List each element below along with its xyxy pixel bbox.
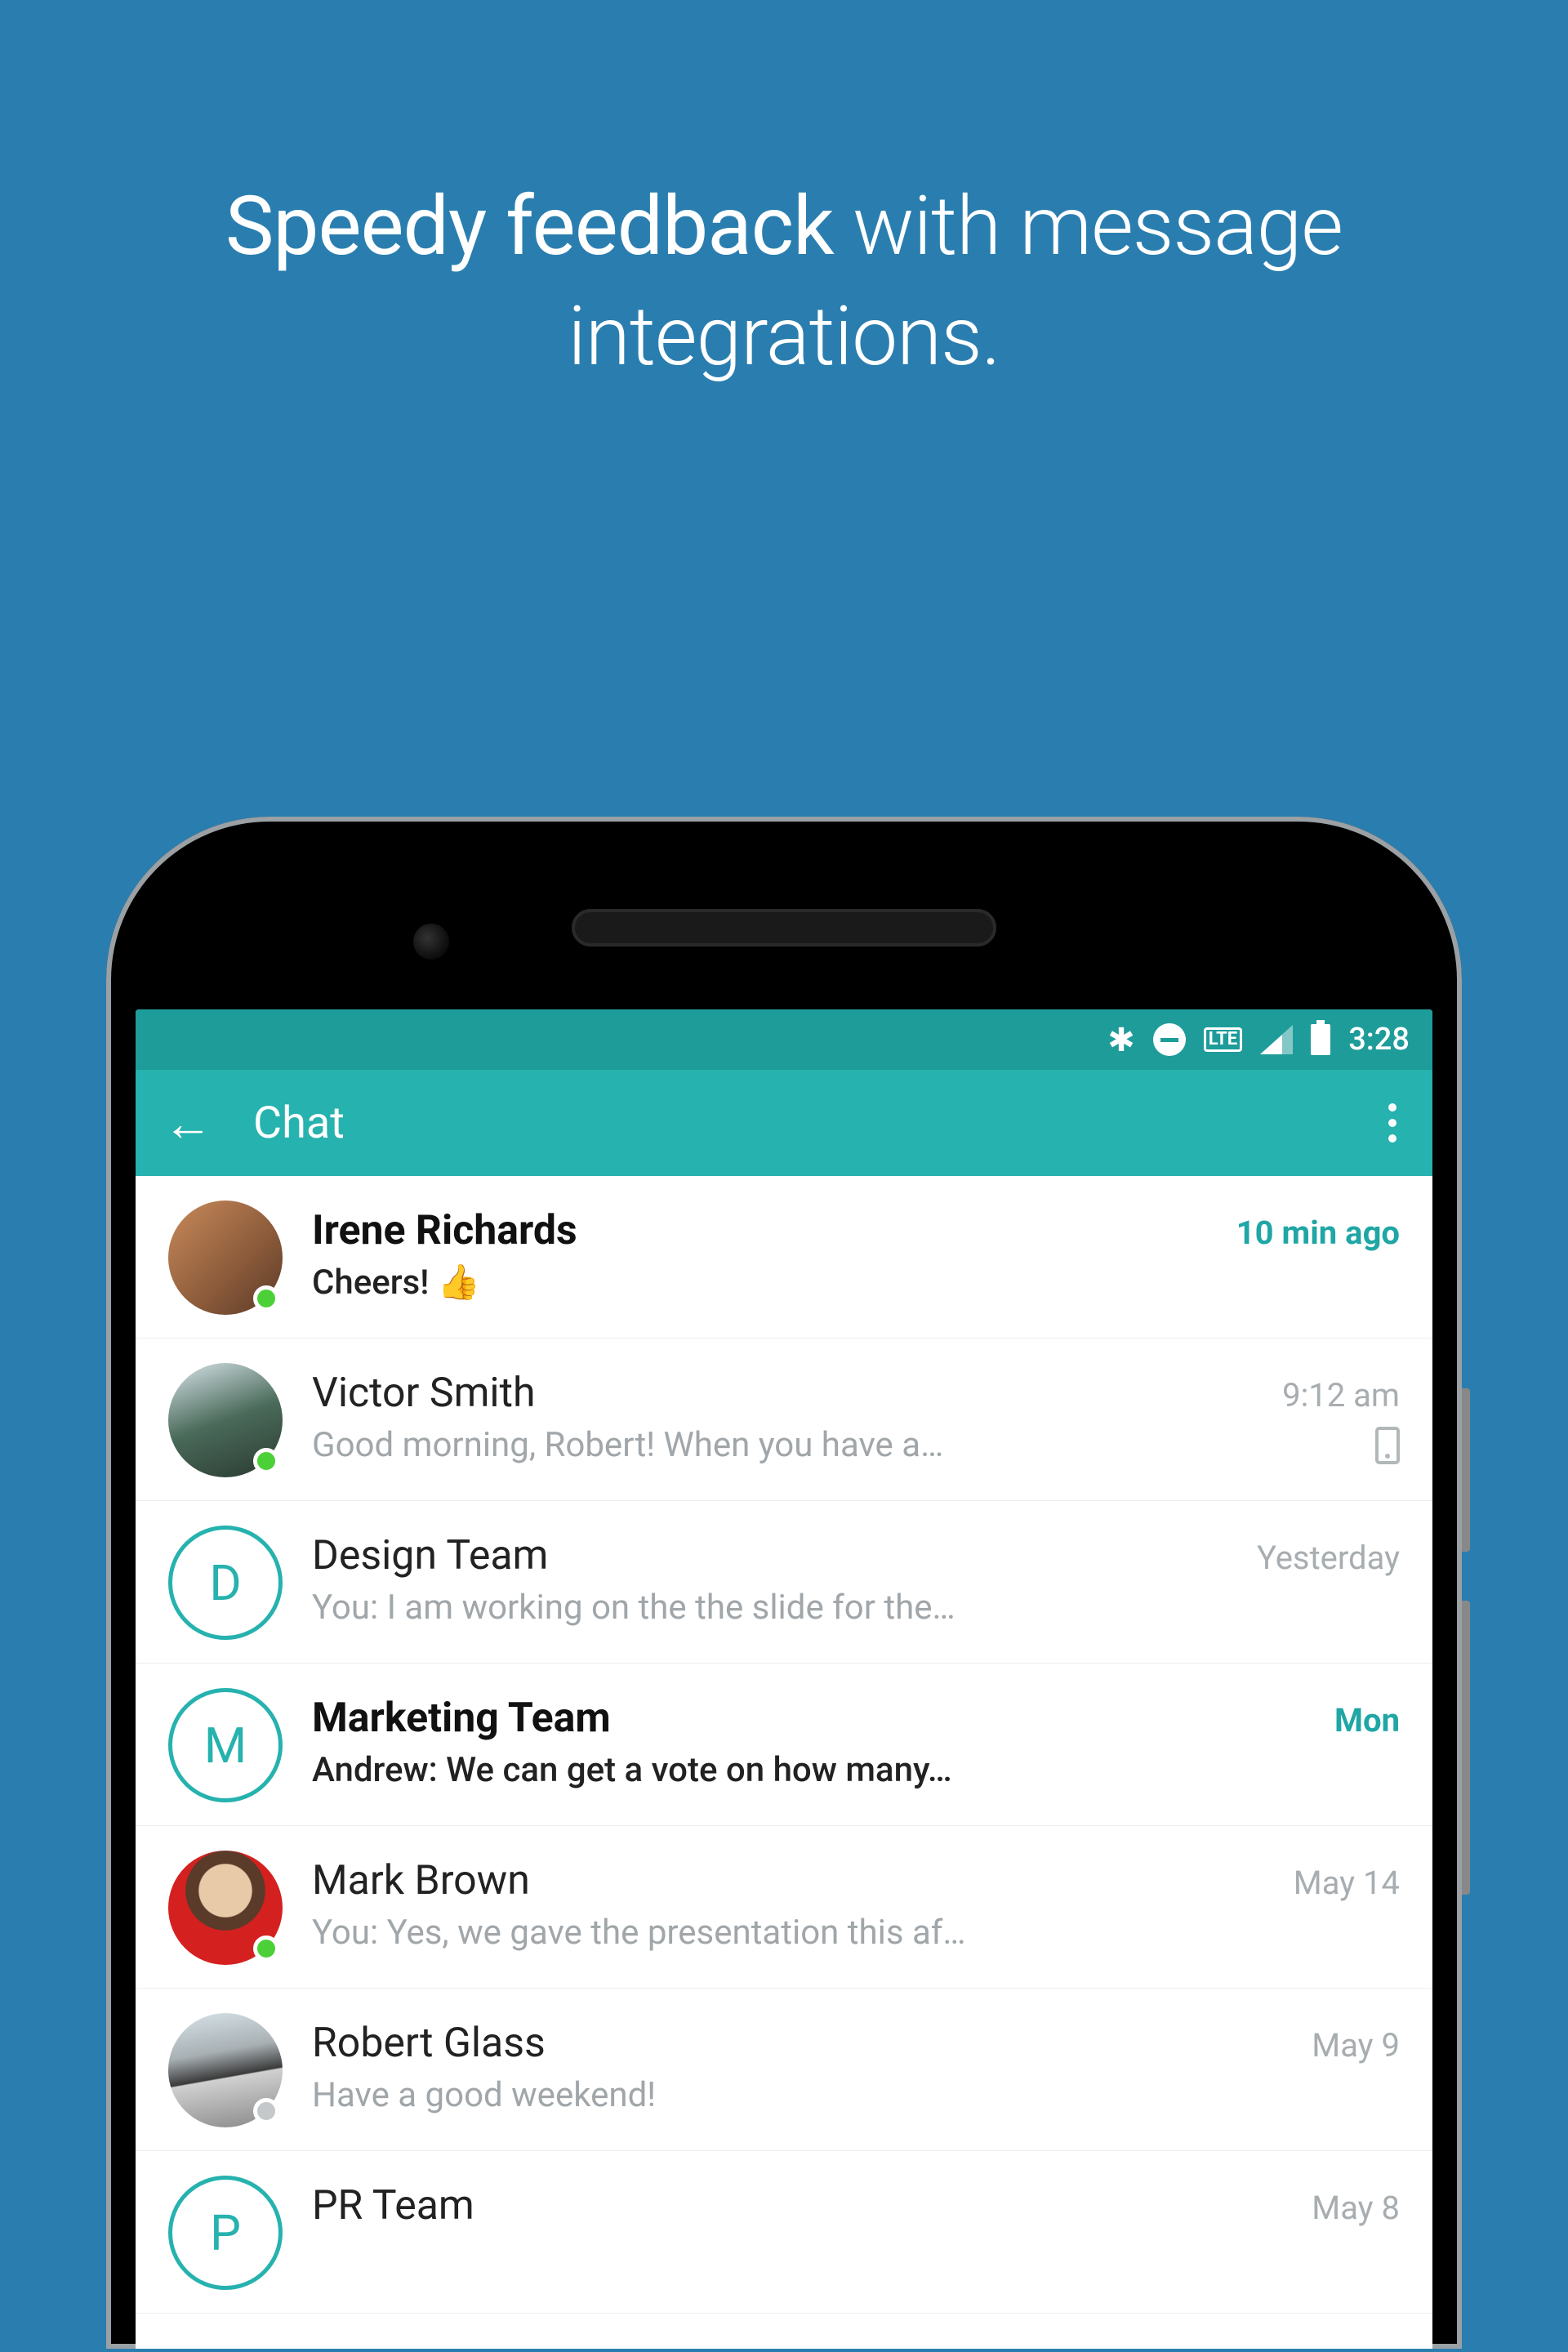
chat-row[interactable]: Mark Brown May 14 You: Yes, we gave the pr… xyxy=(136,1826,1432,1989)
avatar[interactable]: P xyxy=(168,2176,283,2290)
chat-row[interactable]: Irene Richards 10 min ago Cheers! 👍 xyxy=(136,1176,1432,1339)
chat-name: Irene Richards xyxy=(312,1207,577,1254)
chat-preview: Good morning, Robert! When you have a… xyxy=(312,1425,1359,1465)
battery-icon xyxy=(1311,1024,1330,1055)
chat-timestamp: 10 min ago xyxy=(1236,1214,1400,1252)
overflow-menu-icon[interactable] xyxy=(1372,1087,1413,1159)
status-time: 3:28 xyxy=(1348,1022,1410,1058)
presence-indicator xyxy=(253,2098,279,2124)
chat-list: Irene Richards 10 min ago Cheers! 👍 Victor … xyxy=(136,1176,1432,2314)
chat-name: PR Team xyxy=(312,2182,474,2230)
chat-row[interactable]: D Design Team Yesterday You: I am working o… xyxy=(136,1501,1432,1664)
chat-row[interactable]: Victor Smith 9:12 am Good morning, Robert!… xyxy=(136,1339,1432,1501)
chat-preview: Andrew: We can get a vote on how many… xyxy=(312,1750,1400,1790)
avatar[interactable]: D xyxy=(168,1526,283,1640)
bluetooth-icon: ✱ xyxy=(1107,1021,1135,1059)
chat-content: Victor Smith 9:12 am Good morning, Robert!… xyxy=(312,1363,1400,1465)
chat-name: Design Team xyxy=(312,1532,548,1579)
phone-mockup: ✱ LTE 3:28 ← Chat Irene Richards 10 min a… xyxy=(106,817,1462,2349)
chat-name: Marketing Team xyxy=(312,1695,611,1742)
phone-speaker xyxy=(572,909,996,947)
app-bar-title: Chat xyxy=(253,1098,1372,1149)
chat-preview: You: I am working on the the slide for t… xyxy=(312,1588,1400,1628)
chat-name: Robert Glass xyxy=(312,2020,546,2067)
headline-bold: Speedy feedback xyxy=(225,179,834,274)
chat-content: PR Team May 8 xyxy=(312,2176,1400,2238)
phone-side-button xyxy=(1462,1388,1470,1552)
presence-indicator xyxy=(253,1936,279,1962)
presence-indicator xyxy=(253,1285,279,1312)
marketing-headline: Speedy feedback with message integration… xyxy=(0,0,1568,392)
chat-row[interactable]: M Marketing Team Mon Andrew: We can get a v… xyxy=(136,1664,1432,1826)
avatar-initial: M xyxy=(168,1688,283,1802)
chat-preview: Have a good weekend! xyxy=(312,2075,1400,2115)
chat-timestamp: May 9 xyxy=(1312,2026,1400,2065)
chat-preview: You: Yes, we gave the presentation this … xyxy=(312,1913,1400,1953)
avatar-initial: P xyxy=(168,2176,283,2290)
chat-content: Design Team Yesterday You: I am working on… xyxy=(312,1526,1400,1628)
avatar[interactable] xyxy=(168,2013,283,2127)
chat-preview: Cheers! 👍 xyxy=(312,1263,1400,1303)
phone-side-button xyxy=(1462,1601,1470,1895)
chat-row[interactable]: Robert Glass May 9 Have a good weekend! xyxy=(136,1989,1432,2151)
avatar[interactable] xyxy=(168,1200,283,1315)
status-bar: ✱ LTE 3:28 xyxy=(136,1009,1432,1070)
chat-content: Marketing Team Mon Andrew: We can get a vo… xyxy=(312,1688,1400,1790)
lte-indicator: LTE xyxy=(1204,1027,1242,1052)
phone-camera xyxy=(413,924,449,960)
chat-timestamp: May 8 xyxy=(1312,2189,1400,2227)
chat-timestamp: Mon xyxy=(1334,1701,1400,1740)
chat-content: Robert Glass May 9 Have a good weekend! xyxy=(312,2013,1400,2115)
avatar[interactable]: M xyxy=(168,1688,283,1802)
chat-timestamp: 9:12 am xyxy=(1282,1376,1400,1414)
dnd-icon xyxy=(1153,1023,1186,1056)
presence-indicator xyxy=(253,1448,279,1474)
phone-screen: ✱ LTE 3:28 ← Chat Irene Richards 10 min a… xyxy=(136,1009,1432,2349)
mobile-icon xyxy=(1375,1427,1400,1464)
app-bar: ← Chat xyxy=(136,1070,1432,1176)
chat-content: Mark Brown May 14 You: Yes, we gave the pr… xyxy=(312,1851,1400,1953)
avatar-initial: D xyxy=(168,1526,283,1640)
avatar[interactable] xyxy=(168,1363,283,1477)
chat-timestamp: Yesterday xyxy=(1257,1539,1400,1577)
chat-content: Irene Richards 10 min ago Cheers! 👍 xyxy=(312,1200,1400,1303)
chat-name: Mark Brown xyxy=(312,1857,530,1904)
signal-icon xyxy=(1260,1025,1293,1054)
chat-name: Victor Smith xyxy=(312,1370,536,1417)
chat-row[interactable]: P PR Team May 8 xyxy=(136,2151,1432,2314)
avatar[interactable] xyxy=(168,1851,283,1965)
chat-timestamp: May 14 xyxy=(1294,1864,1400,1902)
back-icon[interactable]: ← xyxy=(163,1094,212,1152)
